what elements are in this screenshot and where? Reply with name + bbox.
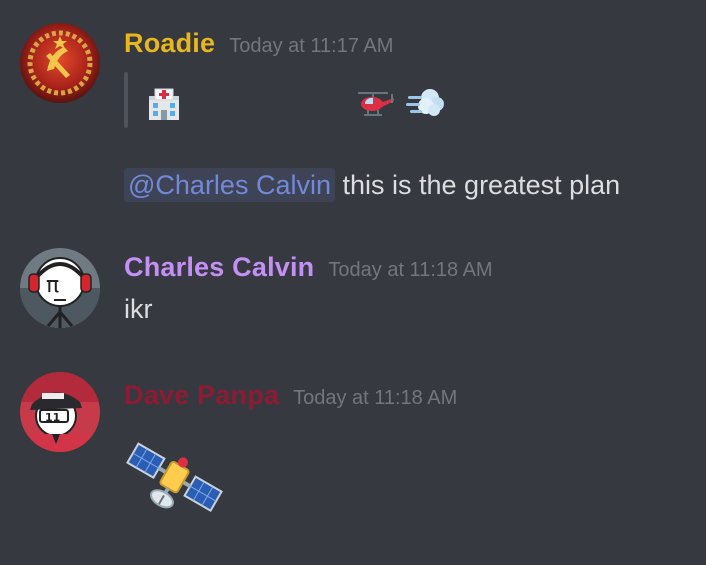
message-text: @Charles Calvin this is the greatest pla… bbox=[124, 168, 621, 202]
svg-text:11: 11 bbox=[45, 411, 60, 424]
message-roadie: Roadie Today at 11:17 AM @Charles Calvin… bbox=[0, 0, 706, 230]
username-roadie[interactable]: Roadie bbox=[124, 28, 215, 58]
satellite-emoji bbox=[124, 436, 224, 525]
username-dave-panpa[interactable]: Dave Panpa bbox=[124, 380, 279, 410]
message-body: this is the greatest plan bbox=[342, 170, 621, 200]
timestamp: Today at 11:17 AM bbox=[229, 35, 394, 57]
helicopter-emoji bbox=[356, 86, 396, 127]
dash-emoji bbox=[404, 84, 446, 125]
avatar-dave-panpa[interactable]: 11 bbox=[20, 372, 100, 452]
svg-text:π: π bbox=[46, 273, 59, 298]
blockquote-bar bbox=[124, 72, 128, 128]
message-body: ikr bbox=[124, 294, 153, 324]
avatar-charles-calvin[interactable]: π bbox=[20, 248, 100, 328]
avatar-roadie[interactable] bbox=[20, 23, 100, 103]
user-mention[interactable]: @Charles Calvin bbox=[124, 168, 335, 202]
timestamp: Today at 11:18 AM bbox=[328, 259, 493, 281]
timestamp: Today at 11:18 AM bbox=[293, 387, 458, 409]
message-dave-panpa: 11 Dave Panpa Today at 11:18 AM bbox=[0, 350, 706, 565]
username-charles-calvin[interactable]: Charles Calvin bbox=[124, 252, 314, 282]
hospital-emoji bbox=[146, 86, 182, 127]
message-charles-calvin: π Charles Calvin Today at 11:18 AM ikr bbox=[0, 230, 706, 350]
